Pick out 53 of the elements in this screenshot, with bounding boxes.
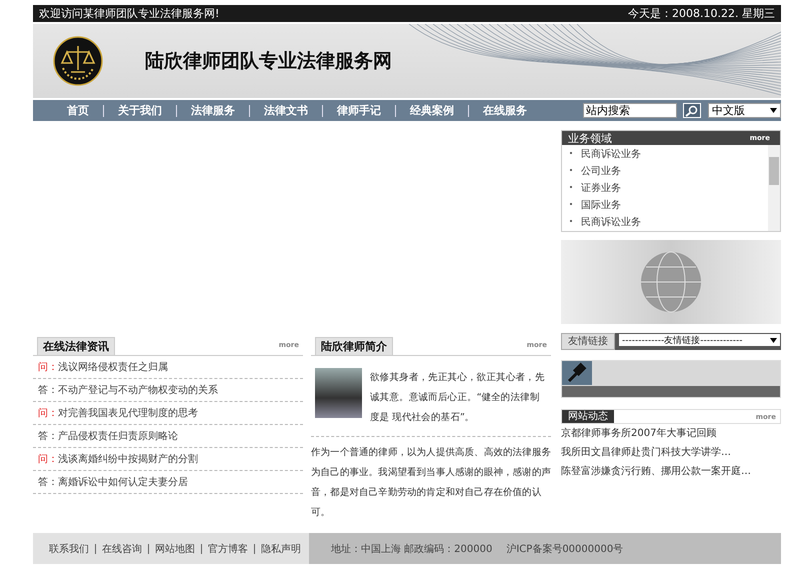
search-field[interactable]: 站内搜索 (582, 103, 677, 118)
qa-prefix: 问： (38, 453, 58, 466)
news-link[interactable]: 我所田文昌律师赴贵门科技大学讲学… (561, 443, 781, 462)
body-paragraph: 作为一个普通的律师，以为人提供高质、高效的法律服务为自己的事业。我渴望看到当事人感谢的眼神，感谢的声音，都是对自己辛勤劳动的肯定和对自己存在价值的认可。 (311, 446, 551, 520)
news-link[interactable]: 浅议网络侵权责任之归属 (58, 360, 168, 374)
qa-prefix: 问： (38, 407, 58, 420)
news-link[interactable]: 不动产登记与不动产物权变动的关系 (58, 383, 218, 397)
section-title: 业务领域 (568, 130, 612, 146)
icp-text: 沪ICP备案号00000000号 (506, 542, 624, 556)
business-link[interactable]: 公司业务 (568, 163, 768, 180)
footer-link[interactable]: 隐私声明 (261, 542, 301, 556)
friend-links-label: 友情链接 (561, 333, 615, 350)
qa-prefix: 答： (38, 430, 58, 443)
nav-link[interactable]: 法律服务 (176, 104, 249, 116)
news-link[interactable]: 京都律师事务所2007年大事记回顾 (561, 424, 781, 443)
qa-prefix: 答： (38, 476, 58, 489)
dropdown-caret-icon (770, 338, 777, 342)
date-text: 今天是：2008.10.22. 星期三 (628, 6, 775, 21)
footer-link[interactable]: 联系我们 (49, 542, 89, 556)
nav-link[interactable]: 法律文书 (249, 104, 322, 116)
business-link[interactable]: 国际业务 (568, 197, 768, 214)
nav-link[interactable]: 关于我们 (103, 104, 176, 116)
nav-link[interactable]: 在线服务 (468, 104, 541, 116)
news-link[interactable]: 离婚诉讼中如何认定夫妻分居 (58, 475, 188, 489)
footer-link[interactable]: 官方博客 (208, 542, 248, 556)
footer-link[interactable]: 网站地图 (155, 542, 195, 556)
nav-link[interactable]: 首页 (61, 104, 103, 116)
photo-placeholder (315, 368, 362, 418)
welcome-text: 欢迎访问某律师团队专业法律服务网! (39, 6, 220, 21)
business-link[interactable]: 证券业务 (568, 180, 768, 197)
footer-link[interactable]: 在线咨询 (102, 542, 142, 556)
news-link[interactable]: 陈登富涉嫌贪污行贿、挪用公款一案开庭… (561, 462, 781, 481)
news-link[interactable]: 产品侵权责任归责原则略论 (58, 429, 178, 443)
news-link[interactable]: 对完善我国表见代理制度的思考 (58, 406, 198, 420)
search-icon (684, 104, 699, 116)
nav-link[interactable]: 律师手记 (322, 104, 395, 116)
scales-logo-icon (53, 36, 103, 86)
address-text: 地址：中国上海 邮政编码：200000 (331, 542, 492, 556)
intro-paragraph: 欲修其身者，先正其心，欲正其心者，先诚其意。意诚而后心正。“健全的法律制度是 现代社会的基石”。 (370, 371, 546, 425)
gavel-icon (562, 361, 592, 385)
language-select[interactable]: 中文版 (708, 103, 781, 118)
section-title: 网站动态 (562, 410, 614, 423)
qa-prefix: 问： (38, 361, 58, 374)
friend-links-select[interactable]: -------------友情链接------------- (619, 334, 780, 346)
site-title: 陆欣律师团队专业法律服务网 (145, 49, 392, 74)
search-button[interactable] (682, 103, 701, 118)
dropdown-caret-icon (770, 108, 777, 113)
news-link[interactable]: 浅谈离婚纠纷中按揭财产的分割 (58, 452, 198, 466)
qa-prefix: 答： (38, 384, 58, 397)
scrollbar[interactable] (768, 145, 780, 231)
nav-link[interactable]: 经典案例 (395, 104, 468, 116)
business-link[interactable]: 民商诉讼业务 (568, 214, 768, 231)
business-link[interactable]: 民商诉讼业务 (568, 146, 768, 163)
